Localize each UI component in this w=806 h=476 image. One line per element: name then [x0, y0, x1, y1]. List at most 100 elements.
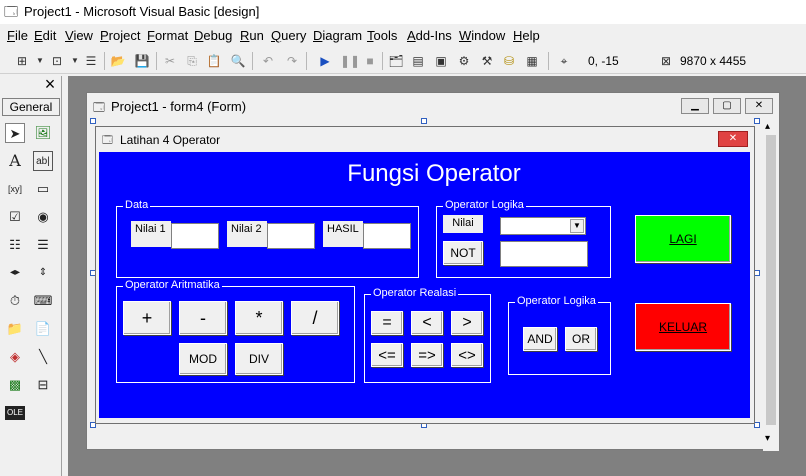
resize-handle[interactable]	[421, 118, 427, 124]
frame-operator-aritmatika[interactable]: Operator Aritmatika + - * / MOD DIV	[116, 279, 355, 383]
ole-icon[interactable]: OLE	[5, 406, 25, 420]
toolbox-header[interactable]: General	[2, 98, 60, 116]
menu-format[interactable]: Format	[147, 28, 188, 43]
greater-equal-button[interactable]: =>	[411, 343, 443, 367]
input-nilai-2[interactable]	[267, 223, 315, 249]
menu-edit[interactable]: Edit	[34, 28, 56, 43]
less-than-button[interactable]: <	[411, 311, 443, 335]
menu-run[interactable]: Run	[240, 28, 264, 43]
multiply-button[interactable]: *	[235, 301, 283, 335]
command-button-icon[interactable]: ▭	[33, 179, 53, 199]
or-button[interactable]: OR	[565, 327, 597, 351]
menu-window[interactable]: Window	[459, 28, 505, 43]
close-button[interactable]: ✕	[745, 98, 773, 114]
redo-icon[interactable]: ↷	[284, 53, 300, 69]
divide-button[interactable]: /	[291, 301, 339, 335]
form-layout-icon[interactable]: ▣	[433, 53, 449, 69]
end-icon[interactable]: ■	[362, 53, 378, 69]
dropdown-arrow-icon[interactable]: ▼	[67, 53, 83, 69]
frame-operator-realasi[interactable]: Operator Realasi = < > <= => <>	[364, 287, 491, 383]
line-icon[interactable]: ╲	[33, 347, 53, 367]
picture-box-icon[interactable]: 🖼	[33, 123, 53, 143]
menu-file[interactable]: File	[7, 28, 28, 43]
break-icon[interactable]: ❚❚	[340, 53, 360, 69]
data-control-icon[interactable]: ⊟	[33, 375, 53, 395]
frame-icon[interactable]: [xy]	[5, 179, 25, 199]
shape-icon[interactable]: ◈	[5, 347, 25, 367]
properties-window-icon[interactable]: ▤	[410, 53, 426, 69]
and-button[interactable]: AND	[523, 327, 557, 351]
checkbox-icon[interactable]: ☑	[5, 207, 25, 227]
div-button[interactable]: DIV	[235, 343, 283, 375]
project-explorer-icon[interactable]: 🗂	[388, 53, 404, 69]
open-folder-icon[interactable]: 📂	[110, 53, 126, 69]
menu-editor-icon[interactable]: ☰	[83, 53, 99, 69]
combo-nilai[interactable]: ▼	[500, 217, 586, 235]
frame-operator-logika-bottom[interactable]: Operator Logika AND OR	[508, 295, 611, 375]
dirlist-icon[interactable]: 📁	[5, 319, 25, 339]
menu-project[interactable]: Project	[100, 28, 140, 43]
add-project-icon[interactable]: ⊞	[14, 53, 30, 69]
form-body[interactable]: Fungsi Operator Data Nilai 1 Nilai 2 HAS…	[99, 152, 750, 418]
label-icon[interactable]: A	[5, 151, 25, 171]
menu-add-ins[interactable]: Add-Ins	[407, 28, 452, 43]
undo-icon[interactable]: ↶	[260, 53, 276, 69]
not-equal-button[interactable]: <>	[451, 343, 483, 367]
textbox-icon[interactable]: ab|	[33, 151, 53, 171]
plus-button[interactable]: +	[123, 301, 171, 335]
form-caption-icon: 🗔	[102, 135, 113, 146]
input-nilai-1[interactable]	[171, 223, 219, 249]
menu-query[interactable]: Query	[271, 28, 306, 43]
frame-realasi-title: Operator Realasi	[371, 287, 459, 299]
minus-button[interactable]: -	[179, 301, 227, 335]
pointer-icon[interactable]: ➤	[5, 123, 25, 143]
option-button-icon[interactable]: ◉	[33, 207, 53, 227]
toolbox-icon[interactable]: ⚒	[479, 53, 495, 69]
menu-view[interactable]: View	[65, 28, 93, 43]
data-view-icon[interactable]: ⛁	[501, 53, 517, 69]
component-manager-icon[interactable]: ▦	[524, 53, 540, 69]
mod-button[interactable]: MOD	[179, 343, 227, 375]
drivelist-icon[interactable]: ⌨	[33, 291, 53, 311]
save-icon[interactable]: 💾	[134, 53, 150, 69]
combobox-icon[interactable]: ☷	[5, 235, 25, 255]
not-button[interactable]: NOT	[443, 241, 483, 265]
menu-diagram[interactable]: Diagram	[313, 28, 362, 43]
image-icon[interactable]: ▩	[5, 375, 25, 395]
menu-debug[interactable]: Debug	[194, 28, 232, 43]
object-browser-icon[interactable]: ⚙	[456, 53, 472, 69]
lagi-button[interactable]: LAGI	[635, 215, 731, 263]
minimize-button[interactable]: ▁	[681, 98, 709, 114]
dropdown-arrow-icon[interactable]: ▼	[32, 53, 48, 69]
frame-data[interactable]: Data Nilai 1 Nilai 2 HASIL	[116, 199, 419, 278]
timer-icon[interactable]: ⏱	[5, 291, 25, 311]
scroll-down-icon[interactable]: ▾	[765, 433, 770, 444]
toolbar-separator	[252, 52, 253, 70]
toolbox-close-button[interactable]: ×	[40, 75, 60, 94]
resize-handle[interactable]	[754, 118, 760, 124]
output-hasil[interactable]	[363, 223, 411, 249]
start-icon[interactable]: ▶	[317, 53, 333, 69]
listbox-icon[interactable]: ☰	[33, 235, 53, 255]
find-icon[interactable]: 🔍	[230, 53, 246, 69]
paste-icon[interactable]: 📋	[206, 53, 222, 69]
combo-dropdown-icon[interactable]: ▼	[570, 219, 584, 233]
maximize-button[interactable]: ▢	[713, 98, 741, 114]
add-form-icon[interactable]: ⊡	[49, 53, 65, 69]
keluar-button[interactable]: KELUAR	[635, 303, 731, 351]
frame-operator-logika-top[interactable]: Operator Logika Nilai ▼ NOT	[436, 199, 611, 278]
filelist-icon[interactable]: 📄	[33, 319, 53, 339]
scroll-up-icon[interactable]: ▴	[765, 121, 770, 132]
less-equal-button[interactable]: <=	[371, 343, 403, 367]
vscrollbar-icon[interactable]: ⇕	[33, 263, 53, 283]
copy-icon[interactable]: ⎘	[184, 53, 200, 69]
hscrollbar-icon[interactable]: ◂▸	[5, 263, 25, 283]
form-close-button[interactable]: ✕	[718, 131, 748, 147]
menu-help[interactable]: Help	[513, 28, 540, 43]
equal-button[interactable]: =	[371, 311, 403, 335]
menu-tools[interactable]: Tools	[367, 28, 397, 43]
output-not[interactable]	[500, 241, 588, 267]
cut-icon[interactable]: ✂	[162, 53, 178, 69]
resize-handle[interactable]	[90, 118, 96, 124]
greater-than-button[interactable]: >	[451, 311, 483, 335]
